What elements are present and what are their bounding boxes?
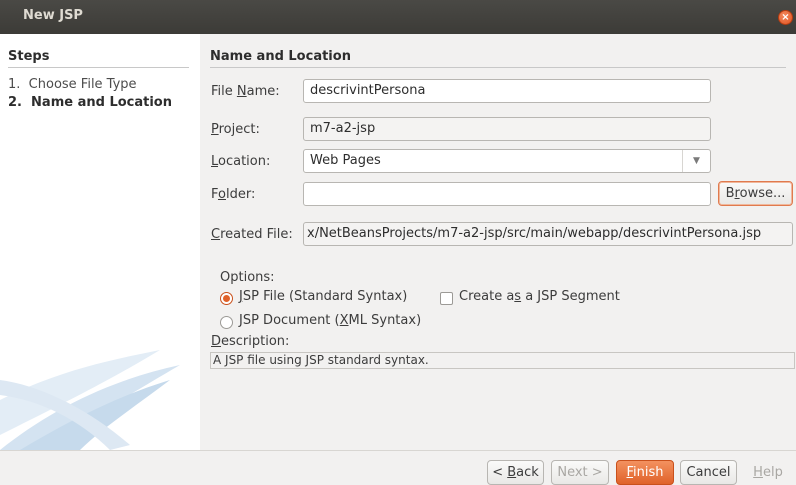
location-value: Web Pages (310, 153, 381, 168)
chevron-down-icon[interactable]: ▼ (682, 150, 710, 172)
location-select[interactable]: Web Pages ▼ (303, 149, 711, 173)
file-name-input[interactable]: descrivintPersona (303, 79, 711, 103)
bottom-divider (0, 450, 796, 451)
file-name-label: File Name: (211, 84, 280, 99)
description-label: Description: (211, 334, 290, 349)
cancel-button[interactable]: Cancel (680, 460, 737, 485)
segment-checkbox[interactable] (440, 292, 453, 305)
window-title: New JSP (23, 8, 83, 23)
location-label: Location: (211, 154, 271, 169)
segment-checkbox-label[interactable]: Create as a JSP Segment (459, 289, 620, 304)
panel-header: Name and Location (210, 49, 786, 68)
step-number: 2. (8, 95, 22, 110)
step-label: Name and Location (31, 95, 172, 110)
next-button[interactable]: Next > (551, 460, 609, 485)
step-label: Choose File Type (28, 77, 137, 92)
project-label: Project: (211, 122, 260, 137)
step-number: 1. (8, 77, 21, 92)
description-text: A JSP file using JSP standard syntax. (210, 352, 795, 369)
back-button[interactable]: < Back (487, 460, 544, 485)
close-icon[interactable]: × (778, 10, 793, 25)
folder-label: Folder: (211, 187, 256, 202)
folder-input[interactable] (303, 182, 711, 206)
created-file-field: x/NetBeansProjects/m7-a2-jsp/src/main/we… (303, 222, 793, 246)
steps-panel: Steps 1. Choose File Type 2. Name and Lo… (0, 34, 200, 450)
jsp-document-radio[interactable] (220, 316, 233, 329)
browse-button[interactable]: Browse... (718, 181, 793, 206)
jsp-file-radio-label[interactable]: JSP File (Standard Syntax) (239, 289, 407, 304)
jsp-file-radio[interactable] (220, 292, 233, 305)
wizard-decoration-icon (0, 350, 180, 450)
finish-button[interactable]: Finish (616, 460, 674, 485)
options-label: Options: (220, 270, 275, 285)
steps-header: Steps (8, 49, 189, 68)
step-choose-file-type: 1. Choose File Type (8, 77, 137, 92)
created-file-label: Created File: (211, 227, 293, 242)
jsp-document-radio-label[interactable]: JSP Document (XML Syntax) (239, 313, 421, 328)
project-field: m7-a2-jsp (303, 117, 711, 141)
help-button[interactable]: Help (744, 460, 792, 485)
title-bar: New JSP × (0, 0, 796, 34)
step-name-and-location: 2. Name and Location (8, 95, 172, 110)
